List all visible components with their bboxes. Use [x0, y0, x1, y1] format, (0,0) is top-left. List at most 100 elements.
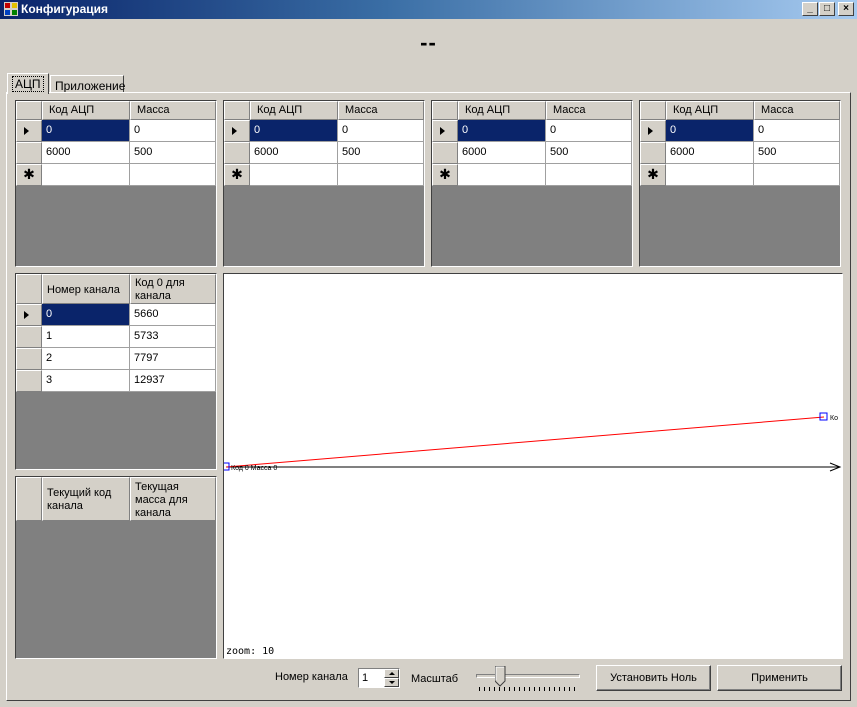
app-icon	[4, 2, 18, 16]
column-header-adc-code[interactable]: Код АЦП	[250, 101, 338, 120]
column-header-mass[interactable]: Масса	[754, 101, 840, 120]
row-header[interactable]: ✱	[640, 164, 666, 186]
channel-number-value[interactable]: 1	[362, 672, 368, 684]
grid-cell[interactable]: 0	[338, 120, 424, 142]
row-header[interactable]	[640, 142, 666, 164]
chart-canvas: Код 0 Масса 0 Ко	[224, 412, 842, 472]
column-header-mass[interactable]: Масса	[546, 101, 632, 120]
current-row-icon	[24, 311, 29, 319]
grid-cell[interactable]: 0	[546, 120, 632, 142]
row-header[interactable]: ✱	[16, 164, 42, 186]
end-point-marker	[819, 412, 828, 421]
calibration-grid-2[interactable]: Код АЦП Масса 0 0 6000 500 ✱	[223, 100, 425, 267]
grid-cell[interactable]: 0	[754, 120, 840, 142]
row-header[interactable]: ✱	[432, 164, 458, 186]
grid-cell[interactable]: 6000	[666, 142, 754, 164]
column-header-mass[interactable]: Масса	[338, 101, 424, 120]
grid-cell[interactable]: 0	[666, 120, 754, 142]
channel-number-cell[interactable]: 1	[42, 326, 130, 348]
tab-adc[interactable]: АЦП	[7, 73, 49, 94]
apply-button[interactable]: Применить	[717, 665, 842, 691]
calibration-grid-3[interactable]: Код АЦП Масса 0 0 6000 500 ✱	[431, 100, 633, 267]
set-zero-button[interactable]: Установить Ноль	[596, 665, 711, 691]
grid-cell[interactable]: 6000	[458, 142, 546, 164]
spinner-up-button[interactable]	[384, 669, 399, 678]
new-row-cell[interactable]	[546, 164, 632, 186]
grid-cell[interactable]: 0	[42, 120, 130, 142]
grid-cell[interactable]: 0	[130, 120, 216, 142]
channel-number-cell[interactable]: 0	[42, 304, 130, 326]
slider-thumb[interactable]	[495, 666, 506, 687]
window-titlebar: Конфигурация _ □ ×	[0, 0, 857, 19]
grid-cell[interactable]: 500	[546, 142, 632, 164]
calibration-chart[interactable]: Код 0 Масса 0 Ко zoom: 10	[223, 273, 843, 659]
current-row-icon	[440, 127, 445, 135]
zero-code-cell[interactable]: 5660	[130, 304, 216, 326]
row-header[interactable]	[16, 348, 42, 370]
new-row-cell[interactable]	[338, 164, 424, 186]
new-row-cell[interactable]	[130, 164, 216, 186]
column-header-zero-code[interactable]: Код 0 для канала	[130, 274, 216, 304]
close-button[interactable]: ×	[838, 2, 854, 16]
new-row-cell[interactable]	[250, 164, 338, 186]
row-header[interactable]	[224, 120, 250, 142]
row-header[interactable]	[16, 370, 42, 392]
channel-number-cell[interactable]: 3	[42, 370, 130, 392]
row-header[interactable]	[640, 120, 666, 142]
row-header[interactable]	[16, 326, 42, 348]
column-header-channel-number[interactable]: Номер канала	[42, 274, 130, 304]
row-header[interactable]	[224, 142, 250, 164]
spinner-down-button[interactable]	[384, 678, 399, 687]
grid-corner	[432, 101, 458, 120]
calibration-line	[225, 416, 825, 468]
calibration-grid-4[interactable]: Код АЦП Масса 0 0 6000 500 ✱	[639, 100, 841, 267]
column-header-adc-code[interactable]: Код АЦП	[42, 101, 130, 120]
zoom-readout: zoom: 10	[226, 646, 275, 657]
new-row-icon: ✱	[23, 166, 35, 182]
scale-slider[interactable]	[474, 666, 582, 692]
grid-cell[interactable]: 6000	[42, 142, 130, 164]
new-row-cell[interactable]	[458, 164, 546, 186]
new-row-icon: ✱	[647, 166, 659, 182]
channel-number-label: Номер канала	[275, 671, 348, 683]
current-values-grid[interactable]: Текущий код канала Текущая масса для кан…	[15, 476, 217, 659]
column-header-adc-code[interactable]: Код АЦП	[666, 101, 754, 120]
maximize-button[interactable]: □	[819, 2, 835, 16]
channel-number-cell[interactable]: 2	[42, 348, 130, 370]
grid-corner	[16, 274, 42, 304]
zero-code-cell[interactable]: 12937	[130, 370, 216, 392]
new-row-icon: ✱	[231, 166, 243, 182]
row-header[interactable]: ✱	[224, 164, 250, 186]
row-header[interactable]	[432, 142, 458, 164]
grid-cell[interactable]: 500	[130, 142, 216, 164]
grid-cell[interactable]: 0	[250, 120, 338, 142]
grid-cell[interactable]: 500	[338, 142, 424, 164]
chevron-up-icon	[389, 672, 395, 675]
channel-number-spinner[interactable]: 1	[358, 668, 400, 688]
channel-zero-grid[interactable]: Номер канала Код 0 для канала 0 5660 1 5733…	[15, 273, 217, 470]
column-header-current-code[interactable]: Текущий код канала	[42, 477, 130, 521]
new-row-cell[interactable]	[666, 164, 754, 186]
row-header[interactable]	[16, 304, 42, 326]
calibration-grid-1[interactable]: Код АЦП Масса 0 0 6000 500 ✱	[15, 100, 217, 267]
minimize-button[interactable]: _	[802, 2, 818, 16]
zero-code-cell[interactable]: 5733	[130, 326, 216, 348]
grid-corner	[16, 477, 42, 521]
tab-application[interactable]: Приложение	[50, 75, 125, 93]
column-header-current-mass[interactable]: Текущая масса для канала	[130, 477, 216, 521]
row-header[interactable]	[16, 142, 42, 164]
row-header[interactable]	[16, 120, 42, 142]
slider-ticks	[479, 687, 577, 691]
start-point-label: Код 0 Масса 0	[231, 465, 277, 472]
tab-adc-label: АЦП	[12, 76, 44, 92]
new-row-cell[interactable]	[42, 164, 130, 186]
grid-cell[interactable]: 0	[458, 120, 546, 142]
window-title: Конфигурация	[21, 2, 109, 16]
new-row-cell[interactable]	[754, 164, 840, 186]
grid-cell[interactable]: 6000	[250, 142, 338, 164]
grid-cell[interactable]: 500	[754, 142, 840, 164]
column-header-adc-code[interactable]: Код АЦП	[458, 101, 546, 120]
zero-code-cell[interactable]: 7797	[130, 348, 216, 370]
row-header[interactable]	[432, 120, 458, 142]
column-header-mass[interactable]: Масса	[130, 101, 216, 120]
